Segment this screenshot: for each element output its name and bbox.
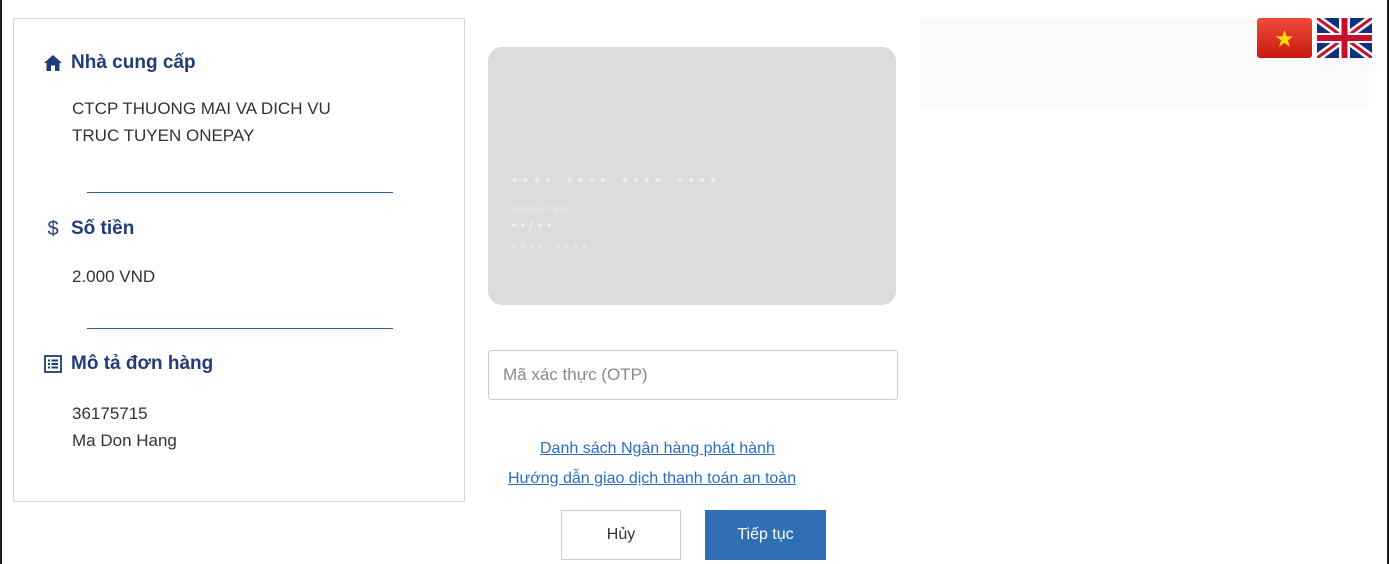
divider — [87, 328, 393, 329]
amount-heading: $ Số tiền — [42, 218, 134, 240]
order-title: Mô tả đơn hàng — [71, 353, 214, 374]
provider-name-line1: CTCP THUONG MAI VA DICH VU — [72, 99, 331, 118]
divider — [87, 192, 393, 193]
cancel-button[interactable]: Hủy — [561, 510, 681, 560]
provider-name: CTCP THUONG MAI VA DICH VU TRUC TUYEN ON… — [72, 95, 331, 149]
card-name-mask: •••• •••• — [510, 240, 590, 255]
provider-title: Nhà cung cấp — [71, 52, 196, 73]
provider-heading: Nhà cung cấp — [42, 52, 196, 74]
provider-name-line2: TRUC TUYEN ONEPAY — [72, 126, 255, 145]
amount-title: Số tiền — [71, 218, 135, 239]
uk-flag-icon[interactable] — [1314, 14, 1375, 62]
order-info-panel: Nhà cung cấp CTCP THUONG MAI VA DICH VU … — [13, 18, 465, 502]
order-description: Ma Don Hang — [72, 431, 177, 450]
order-details: 36175715 Ma Don Hang — [72, 400, 177, 454]
issuing-banks-link[interactable]: Danh sách Ngân hàng phát hành — [540, 440, 775, 458]
card-expiry-label: MONTH/YEAR — [510, 205, 574, 214]
card-expiry-mask: ••/•• — [510, 219, 555, 234]
continue-button[interactable]: Tiếp tục — [705, 510, 826, 560]
vietnamese-flag-icon[interactable] — [1257, 18, 1312, 58]
otp-input[interactable] — [488, 350, 898, 400]
list-icon — [42, 353, 64, 375]
order-id: 36175715 — [72, 404, 148, 423]
amount-value: 2.000 VND — [72, 267, 156, 286]
safe-payment-guide-link[interactable]: Hướng dẫn giao dịch thanh toán an toàn — [508, 470, 796, 488]
home-icon — [42, 52, 64, 74]
dollar-icon: $ — [47, 217, 59, 240]
card-number-mask: •••• •••• •••• •••• — [510, 172, 720, 190]
order-heading: Mô tả đơn hàng — [42, 353, 213, 375]
card-preview: •••• •••• •••• •••• MONTH/YEAR ••/•• •••… — [488, 47, 896, 305]
